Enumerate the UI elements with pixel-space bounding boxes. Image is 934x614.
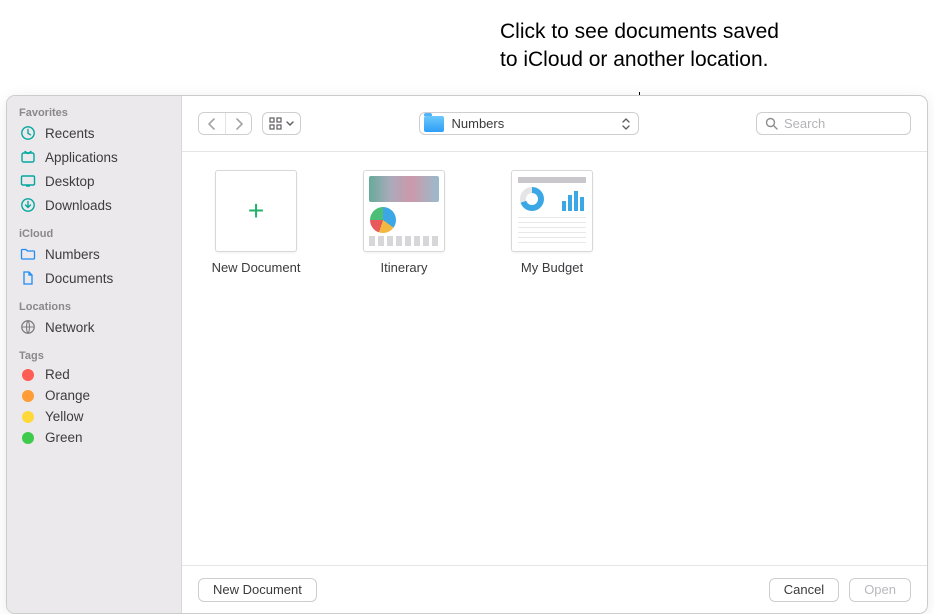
- grid-item-label: Itinerary: [381, 260, 428, 275]
- folder-icon: [424, 116, 444, 132]
- network-icon: [19, 318, 37, 336]
- grid-item-label: New Document: [212, 260, 301, 275]
- table-lines-icon: [518, 217, 586, 245]
- section-header-icloud: iCloud: [7, 223, 181, 242]
- tag-dot-yellow: [22, 411, 34, 423]
- bar-chart-icon: [562, 187, 584, 211]
- search-icon: [765, 117, 778, 130]
- pie-chart-icon: [370, 207, 396, 233]
- sidebar-item-label: Network: [45, 320, 95, 335]
- sidebar-item-applications[interactable]: Applications: [7, 145, 181, 169]
- sidebar-item-label: Yellow: [45, 409, 84, 424]
- sidebar-item-label: Green: [45, 430, 83, 445]
- chevron-down-icon: [286, 121, 294, 127]
- sidebar-item-downloads[interactable]: Downloads: [7, 193, 181, 217]
- clock-icon: [19, 124, 37, 142]
- main-panel: Numbers + New Document: [182, 96, 927, 613]
- tag-dot-green: [22, 432, 34, 444]
- dialog-footer: New Document Cancel Open: [182, 565, 927, 613]
- document-thumbnail: [511, 170, 593, 252]
- sidebar-item-desktop[interactable]: Desktop: [7, 169, 181, 193]
- open-button[interactable]: Open: [849, 578, 911, 602]
- tag-dot-orange: [22, 390, 34, 402]
- cancel-button[interactable]: Cancel: [769, 578, 839, 602]
- callout-line-2: to iCloud or another location.: [500, 48, 769, 71]
- sidebar-tag-green[interactable]: Green: [7, 427, 181, 448]
- file-grid: + New Document Itinerary My Budget: [182, 152, 927, 565]
- search-field[interactable]: [756, 112, 911, 135]
- sidebar-item-network[interactable]: Network: [7, 315, 181, 339]
- sidebar-item-label: Applications: [45, 150, 118, 165]
- sidebar-tag-orange[interactable]: Orange: [7, 385, 181, 406]
- sidebar-item-documents[interactable]: Documents: [7, 266, 181, 290]
- sidebar-item-label: Recents: [45, 126, 95, 141]
- sidebar-item-label: Red: [45, 367, 70, 382]
- open-dialog: Favorites Recents Applications Desktop D…: [6, 95, 928, 614]
- downloads-icon: [19, 196, 37, 214]
- section-header-locations: Locations: [7, 296, 181, 315]
- document-thumbnail: [363, 170, 445, 252]
- sidebar-item-label: Desktop: [45, 174, 95, 189]
- sidebar-item-numbers[interactable]: Numbers: [7, 242, 181, 266]
- section-header-favorites: Favorites: [7, 102, 181, 121]
- sidebar-item-recents[interactable]: Recents: [7, 121, 181, 145]
- grid-item-itinerary[interactable]: Itinerary: [352, 170, 456, 275]
- grid-item-my-budget[interactable]: My Budget: [500, 170, 604, 275]
- folder-icon: [19, 245, 37, 263]
- sidebar: Favorites Recents Applications Desktop D…: [7, 96, 182, 613]
- section-header-tags: Tags: [7, 345, 181, 364]
- sidebar-item-label: Orange: [45, 388, 90, 403]
- document-icon: [19, 269, 37, 287]
- sidebar-item-label: Downloads: [45, 198, 112, 213]
- nav-segmented-control: [198, 112, 252, 135]
- sidebar-item-label: Documents: [45, 271, 113, 286]
- view-mode-popup[interactable]: [262, 112, 301, 135]
- popup-arrows-icon: [620, 118, 632, 130]
- sidebar-item-label: Numbers: [45, 247, 100, 262]
- grid-item-new-document[interactable]: + New Document: [204, 170, 308, 275]
- donut-chart-icon: [520, 187, 544, 211]
- grid-view-icon: [269, 117, 282, 130]
- back-button[interactable]: [199, 113, 225, 134]
- tag-dot-red: [22, 369, 34, 381]
- forward-button[interactable]: [225, 113, 251, 134]
- callout-line-1: Click to see documents saved: [500, 20, 779, 43]
- plus-icon: +: [216, 171, 296, 251]
- sidebar-tag-yellow[interactable]: Yellow: [7, 406, 181, 427]
- location-label: Numbers: [452, 116, 505, 131]
- toolbar: Numbers: [182, 96, 927, 152]
- applications-icon: [19, 148, 37, 166]
- new-document-thumbnail: +: [215, 170, 297, 252]
- sidebar-tag-red[interactable]: Red: [7, 364, 181, 385]
- callout-annotation: Click to see documents saved to iCloud o…: [500, 18, 779, 75]
- search-input[interactable]: [784, 116, 902, 131]
- new-document-button[interactable]: New Document: [198, 578, 317, 602]
- location-popup[interactable]: Numbers: [419, 112, 639, 135]
- grid-item-label: My Budget: [521, 260, 583, 275]
- desktop-icon: [19, 172, 37, 190]
